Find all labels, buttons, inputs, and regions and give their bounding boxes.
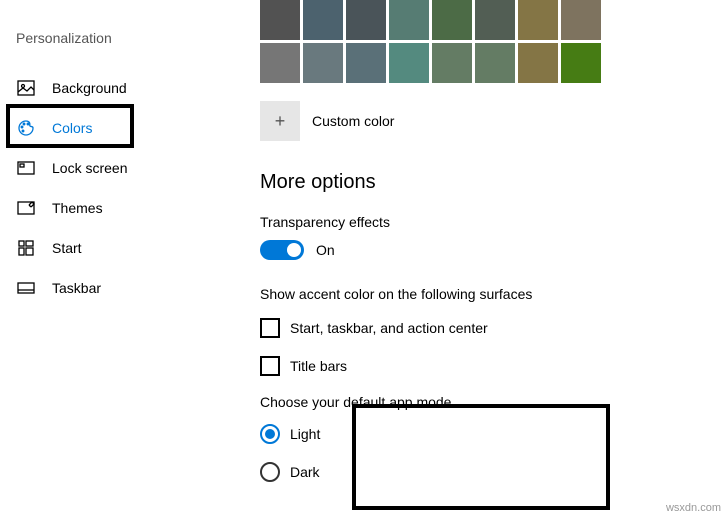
picture-icon [16,78,36,98]
color-swatch[interactable] [346,0,386,40]
custom-color-label: Custom color [312,113,394,129]
sidebar-item-label: Taskbar [52,280,101,296]
radio-label: Dark [290,464,320,480]
sidebar-item-label: Start [52,240,82,256]
palette-icon [16,118,36,138]
sidebar-item-label: Lock screen [52,160,127,176]
app-mode-label: Choose your default app mode [260,394,707,410]
sidebar: Personalization Background Colors Lock s… [0,0,240,517]
radio-label: Light [290,426,320,442]
color-swatch[interactable] [389,0,429,40]
sidebar-item-label: Colors [52,120,92,136]
sidebar-item-themes[interactable]: Themes [0,188,240,228]
color-swatch[interactable] [260,0,300,40]
sidebar-item-colors[interactable]: Colors [0,108,240,148]
checkbox-start-taskbar[interactable] [260,318,280,338]
radio-row-light: Light [260,424,707,444]
color-swatch[interactable] [432,0,472,40]
color-swatch-row [260,43,707,83]
color-swatch[interactable] [389,43,429,83]
sidebar-item-lockscreen[interactable]: Lock screen [0,148,240,188]
toggle-knob [287,243,301,257]
plus-icon: + [275,111,286,132]
color-swatch[interactable] [260,43,300,83]
radio-row-dark: Dark [260,462,707,482]
transparency-label: Transparency effects [260,214,707,230]
toggle-state-label: On [316,242,335,258]
radio-light[interactable] [260,424,280,444]
lockscreen-icon [16,158,36,178]
color-swatch[interactable] [303,0,343,40]
transparency-toggle[interactable] [260,240,304,260]
sidebar-item-label: Themes [52,200,103,216]
check-row-start-taskbar: Start, taskbar, and action center [260,318,707,338]
sidebar-item-label: Background [52,80,127,96]
check-row-title-bars: Title bars [260,356,707,376]
themes-icon [16,198,36,218]
more-options-heading: More options [260,171,707,194]
checkbox-label: Title bars [290,358,347,374]
color-swatch[interactable] [561,0,601,40]
color-swatch[interactable] [518,43,558,83]
custom-color-button[interactable]: + [260,101,300,141]
color-swatch[interactable] [475,0,515,40]
start-icon [16,238,36,258]
color-swatch[interactable] [432,43,472,83]
checkbox-title-bars[interactable] [260,356,280,376]
color-swatch-row [260,0,707,40]
transparency-toggle-row: On [260,240,707,260]
color-swatch[interactable] [561,43,601,83]
checkbox-label: Start, taskbar, and action center [290,320,488,336]
sidebar-title: Personalization [0,30,240,68]
accent-surfaces-label: Show accent color on the following surfa… [260,286,707,302]
sidebar-item-start[interactable]: Start [0,228,240,268]
watermark: wsxdn.com [666,502,721,514]
sidebar-item-taskbar[interactable]: Taskbar [0,268,240,308]
taskbar-icon [16,278,36,298]
color-swatch[interactable] [303,43,343,83]
color-swatch[interactable] [346,43,386,83]
color-swatch[interactable] [475,43,515,83]
custom-color-row: + Custom color [260,101,707,141]
radio-dark[interactable] [260,462,280,482]
sidebar-item-background[interactable]: Background [0,68,240,108]
main-content: + Custom color More options Transparency… [240,0,727,517]
color-swatch[interactable] [518,0,558,40]
